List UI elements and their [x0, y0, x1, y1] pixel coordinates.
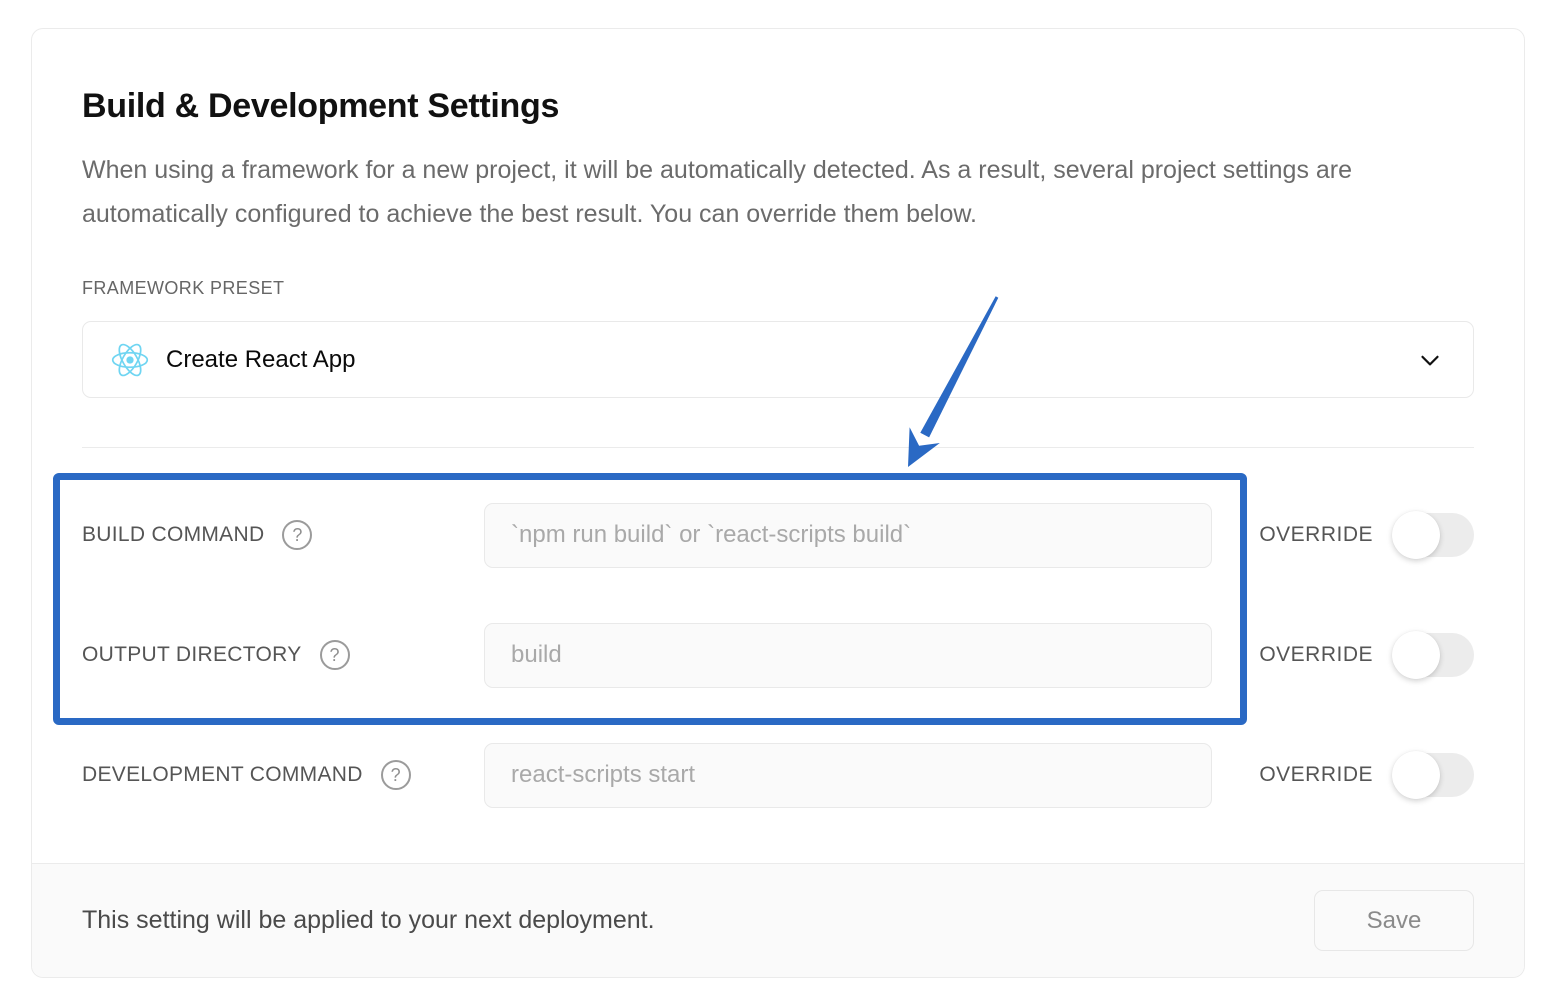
- override-label: OVERRIDE: [1259, 523, 1373, 547]
- chevron-down-icon: [1415, 345, 1445, 375]
- section-divider: [82, 447, 1474, 448]
- development-command-label: DEVELOPMENT COMMAND: [82, 763, 363, 787]
- build-command-row: BUILD COMMAND ? OVERRIDE: [82, 475, 1474, 595]
- footer-note: This setting will be applied to your nex…: [82, 906, 655, 935]
- build-command-label-group: BUILD COMMAND ?: [82, 520, 484, 550]
- output-directory-input[interactable]: [484, 623, 1212, 688]
- card-footer: This setting will be applied to your nex…: [32, 863, 1524, 977]
- framework-preset-value: Create React App: [166, 346, 355, 374]
- card-body: Build & Development Settings When using …: [32, 29, 1524, 835]
- toggle-knob: [1392, 631, 1440, 679]
- settings-rows: BUILD COMMAND ? OVERRIDE OUTPUT DIRECTOR…: [82, 475, 1474, 835]
- development-command-input[interactable]: [484, 743, 1212, 808]
- development-command-override-group: OVERRIDE: [1259, 753, 1474, 797]
- framework-preset-select[interactable]: Create React App: [82, 321, 1474, 398]
- settings-card: Build & Development Settings When using …: [31, 28, 1525, 978]
- toggle-knob: [1392, 751, 1440, 799]
- output-directory-row: OUTPUT DIRECTORY ? OVERRIDE: [82, 595, 1474, 715]
- help-icon[interactable]: ?: [320, 640, 350, 670]
- build-command-override-toggle[interactable]: [1394, 513, 1474, 557]
- output-directory-label: OUTPUT DIRECTORY: [82, 643, 302, 667]
- output-directory-label-group: OUTPUT DIRECTORY ?: [82, 640, 484, 670]
- output-directory-override-group: OVERRIDE: [1259, 633, 1474, 677]
- development-command-override-toggle[interactable]: [1394, 753, 1474, 797]
- toggle-knob: [1392, 511, 1440, 559]
- page-title: Build & Development Settings: [82, 87, 1474, 126]
- development-command-row: DEVELOPMENT COMMAND ? OVERRIDE: [82, 715, 1474, 835]
- framework-preset-label: FRAMEWORK PRESET: [82, 278, 1474, 299]
- help-icon[interactable]: ?: [381, 760, 411, 790]
- settings-description: When using a framework for a new project…: [82, 148, 1462, 236]
- override-label: OVERRIDE: [1259, 643, 1373, 667]
- page: Build & Development Settings When using …: [0, 0, 1560, 1008]
- build-command-label: BUILD COMMAND: [82, 523, 264, 547]
- save-button[interactable]: Save: [1314, 890, 1474, 951]
- output-directory-override-toggle[interactable]: [1394, 633, 1474, 677]
- development-command-label-group: DEVELOPMENT COMMAND ?: [82, 760, 484, 790]
- build-command-override-group: OVERRIDE: [1259, 513, 1474, 557]
- override-label: OVERRIDE: [1259, 763, 1373, 787]
- help-icon[interactable]: ?: [282, 520, 312, 550]
- build-command-input[interactable]: [484, 503, 1212, 568]
- react-logo-icon: [111, 341, 149, 379]
